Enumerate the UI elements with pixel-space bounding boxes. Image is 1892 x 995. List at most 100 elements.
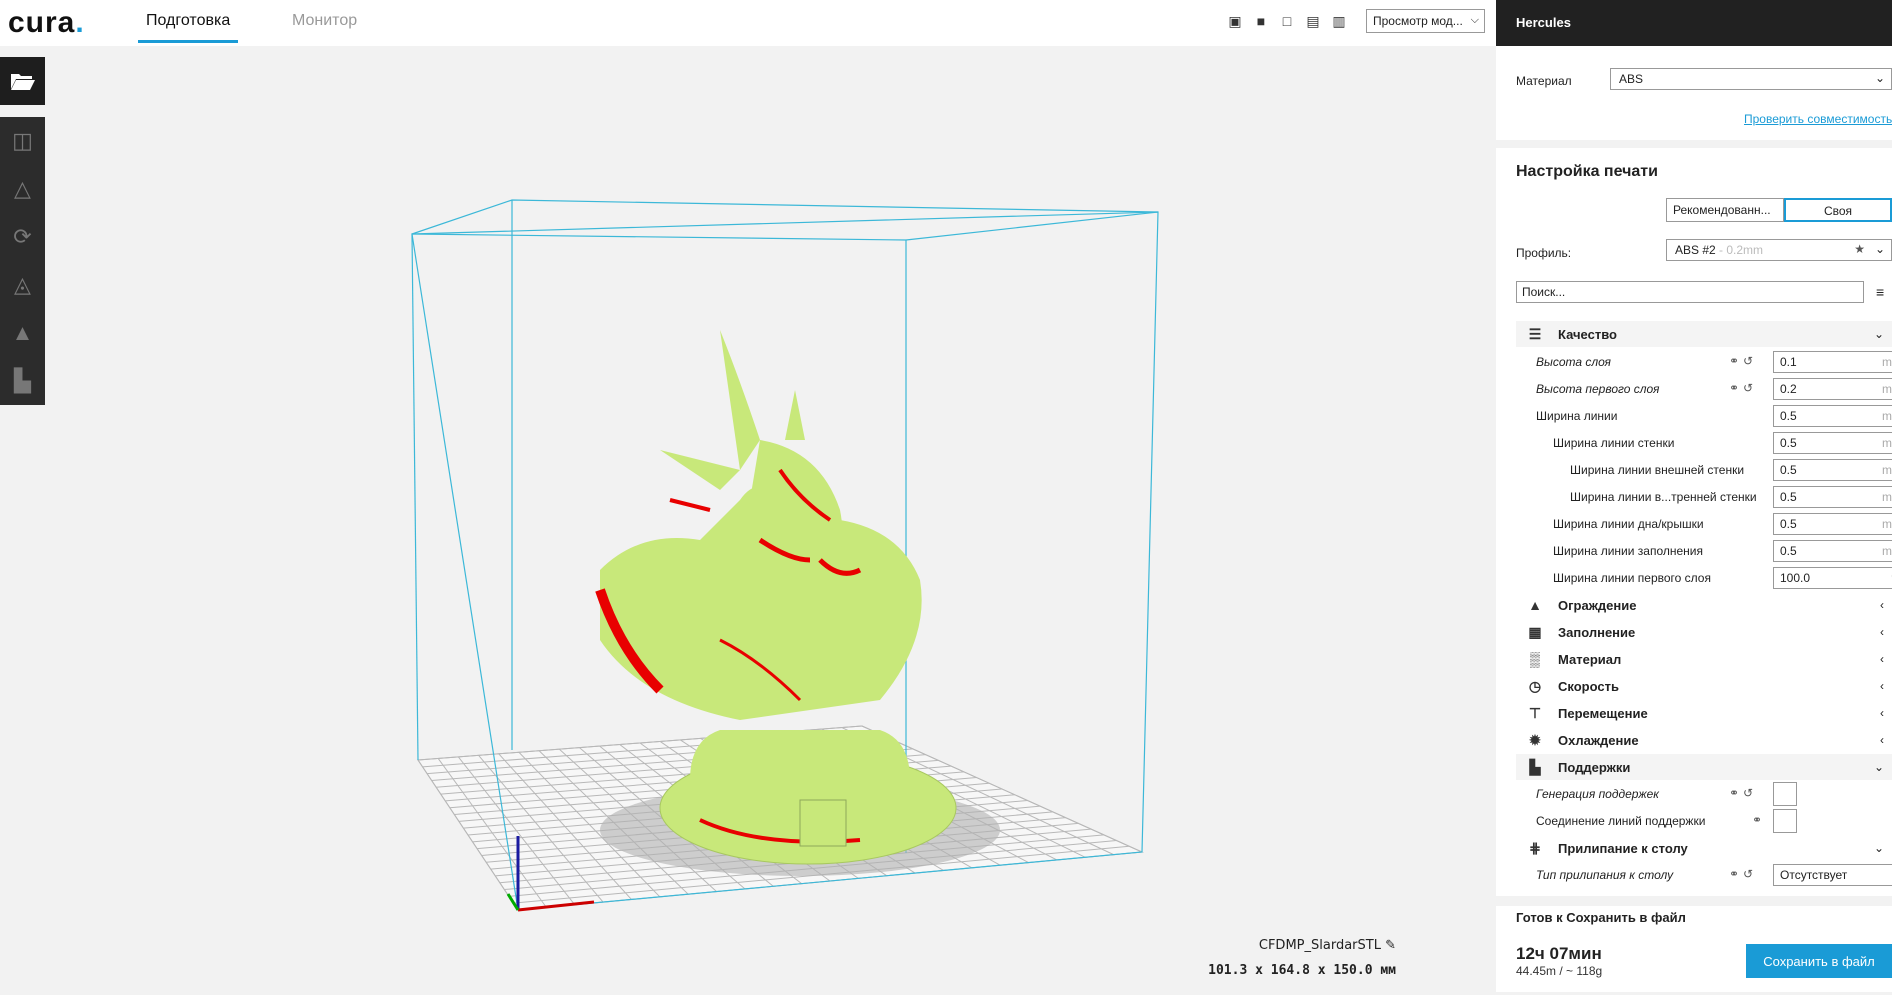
support-icon: ▙ xyxy=(1524,759,1546,776)
rotate-tool-icon[interactable]: ⟳ xyxy=(0,213,45,261)
initial-layer-height-input[interactable]: 0.2mm xyxy=(1773,378,1892,400)
compat-link[interactable]: Проверить совместимость xyxy=(1744,112,1892,126)
chevron-down-icon: ⌄ xyxy=(1874,327,1884,341)
category-speed[interactable]: ◷Скорость‹ xyxy=(1516,673,1892,699)
setting-outer-wall-line-width: Ширина линии внешней стенки 0.5mm xyxy=(1516,457,1892,483)
shell-icon: ▲ xyxy=(1524,597,1546,613)
setting-name: Ширина линии xyxy=(1536,409,1617,423)
link-reset-icons[interactable]: ⚭↺ xyxy=(1729,867,1757,881)
setting-name: Ширина линии первого слоя xyxy=(1553,571,1711,585)
mode-recommended-button[interactable]: Рекомендованн... xyxy=(1666,198,1784,222)
link-reset-icons[interactable]: ⚭↺ xyxy=(1729,354,1757,368)
category-quality[interactable]: ☰Качество⌄ xyxy=(1516,321,1892,347)
support-blocker-icon[interactable]: ▙ xyxy=(0,357,45,405)
connect-support-checkbox[interactable] xyxy=(1773,809,1797,833)
category-infill-label: Заполнение xyxy=(1558,625,1635,640)
wall-line-width-input[interactable]: 0.5mm xyxy=(1773,432,1892,454)
material-icon: ▒ xyxy=(1524,651,1546,667)
chevron-left-icon: ‹ xyxy=(1880,652,1884,666)
link-reset-icons[interactable]: ⚭↺ xyxy=(1729,786,1757,800)
move-tool-icon[interactable]: ◫ xyxy=(0,117,45,165)
model-info: CFDMP_SlardarSTL ✎ 101.3 x 164.8 x 150.0… xyxy=(1208,938,1396,978)
category-cooling[interactable]: ✹Охлаждение‹ xyxy=(1516,727,1892,753)
material-select[interactable]: ABS ⌄ xyxy=(1610,68,1892,90)
material-value: ABS xyxy=(1619,72,1643,86)
category-infill[interactable]: ▦Заполнение‹ xyxy=(1516,619,1892,645)
tab-monitor[interactable]: Монитор xyxy=(284,12,365,30)
model-name: CFDMP_SlardarSTL xyxy=(1259,938,1381,953)
model-dimensions: 101.3 x 164.8 x 150.0 мм xyxy=(1208,963,1396,978)
mode-custom-button[interactable]: Своя xyxy=(1784,198,1892,222)
speed-icon: ◷ xyxy=(1524,678,1546,695)
category-material-label: Материал xyxy=(1558,652,1621,667)
layer-height-input[interactable]: 0.1mm xyxy=(1773,351,1892,373)
view-right-icon[interactable]: ▥ xyxy=(1330,12,1348,30)
initial-layer-line-width-input[interactable]: 100.0% xyxy=(1773,567,1892,589)
view-3d-icon[interactable]: ▣ xyxy=(1226,12,1244,30)
chevron-left-icon: ‹ xyxy=(1880,679,1884,693)
category-material[interactable]: ▒ Материал ‹ xyxy=(1516,646,1892,672)
3d-viewport[interactable]: CFDMP_SlardarSTL ✎ 101.3 x 164.8 x 150.0… xyxy=(45,46,1496,992)
view-left-icon[interactable]: ▤ xyxy=(1304,12,1322,30)
folder-open-icon xyxy=(10,71,36,91)
chevron-down-icon: ⌄ xyxy=(1874,841,1884,855)
setting-initial-layer-height: Высота первого слоя ⚭↺ 0.2mm xyxy=(1516,376,1892,402)
view-front-icon[interactable]: ■ xyxy=(1252,12,1270,30)
view-mode-select[interactable]: Просмотр мод... ⌵ xyxy=(1366,9,1485,33)
category-travel[interactable]: ⊤ Перемещение ‹ xyxy=(1516,700,1892,726)
category-support-label: Поддержки xyxy=(1558,760,1630,775)
setting-initial-layer-line-width: Ширина линии первого слоя 100.0% xyxy=(1516,565,1892,591)
inner-wall-line-width-input[interactable]: 0.5mm xyxy=(1773,486,1892,508)
setting-name: Соединение линий поддержки xyxy=(1536,814,1705,828)
settings-search-input[interactable]: Поиск... xyxy=(1516,281,1864,303)
link-icon[interactable]: ⚭ xyxy=(1752,813,1766,827)
chevron-left-icon: ‹ xyxy=(1880,625,1884,639)
adhesion-icon: ⋕ xyxy=(1524,840,1546,857)
setting-name: Ширина линии стенки xyxy=(1553,436,1674,450)
outer-wall-line-width-input[interactable]: 0.5mm xyxy=(1773,459,1892,481)
per-model-settings-icon[interactable]: ▲ xyxy=(0,309,45,357)
setting-name: Ширина линии дна/крышки xyxy=(1553,517,1704,531)
setting-inner-wall-line-width: Ширина линии в...тренней стенки 0.5mm xyxy=(1516,484,1892,510)
view-top-icon[interactable]: □ xyxy=(1278,12,1296,30)
chevron-down-icon: ⌄ xyxy=(1875,243,1885,256)
printer-name[interactable]: Hercules xyxy=(1496,0,1892,46)
chevron-left-icon: ‹ xyxy=(1880,706,1884,720)
category-travel-label: Перемещение xyxy=(1558,706,1648,721)
setting-line-width: Ширина линии 0.5mm xyxy=(1516,403,1892,429)
setting-name: Тип прилипания к столу xyxy=(1536,868,1673,882)
adhesion-type-select[interactable]: Отсутствует⌄ xyxy=(1773,864,1892,886)
link-reset-icons[interactable]: ⚭↺ xyxy=(1729,381,1757,395)
profile-value: ABS #2 xyxy=(1675,243,1716,257)
profile-select[interactable]: ABS #2 - 0.2mm ★ ⌄ xyxy=(1666,239,1892,261)
generate-support-checkbox[interactable] xyxy=(1773,782,1797,806)
category-support[interactable]: ▙ Поддержки ⌄ xyxy=(1516,754,1892,780)
setting-topbottom-line-width: Ширина линии дна/крышки 0.5mm xyxy=(1516,511,1892,537)
save-to-file-button[interactable]: Сохранить в файл xyxy=(1746,944,1892,978)
quality-icon: ☰ xyxy=(1524,326,1546,343)
build-volume-scene xyxy=(45,46,1496,992)
category-cooling-label: Охлаждение xyxy=(1558,733,1639,748)
edit-name-icon[interactable]: ✎ xyxy=(1385,938,1396,953)
chevron-down-icon: ⌄ xyxy=(1875,72,1885,85)
infill-line-width-input[interactable]: 0.5mm xyxy=(1773,540,1892,562)
tab-prepare[interactable]: Подготовка xyxy=(138,12,238,43)
travel-icon: ⊤ xyxy=(1524,705,1546,722)
category-adhesion[interactable]: ⋕Прилипание к столу⌄ xyxy=(1516,835,1892,861)
cura-logo: cura. xyxy=(8,6,85,40)
category-shell[interactable]: ▲Ограждение‹ xyxy=(1516,592,1892,618)
scale-tool-icon[interactable]: △ xyxy=(0,165,45,213)
chevron-down-icon: ⌄ xyxy=(1874,760,1884,774)
line-width-input[interactable]: 0.5mm xyxy=(1773,405,1892,427)
view-orientation-toolbar: ▣ ■ □ ▤ ▥ xyxy=(1226,12,1348,30)
profile-label: Профиль: xyxy=(1516,246,1571,260)
open-file-button[interactable] xyxy=(0,57,45,105)
setting-generate-support: Генерация поддержек ⚭↺ xyxy=(1516,781,1892,807)
topbottom-line-width-input[interactable]: 0.5mm xyxy=(1773,513,1892,535)
settings-menu-icon[interactable]: ≡ xyxy=(1876,284,1884,300)
chevron-left-icon: ‹ xyxy=(1880,598,1884,612)
mirror-tool-icon[interactable]: ◬ xyxy=(0,261,45,309)
search-placeholder: Поиск... xyxy=(1522,285,1565,299)
star-icon[interactable]: ★ xyxy=(1854,243,1865,256)
setting-name: Ширина линии заполнения xyxy=(1553,544,1703,558)
